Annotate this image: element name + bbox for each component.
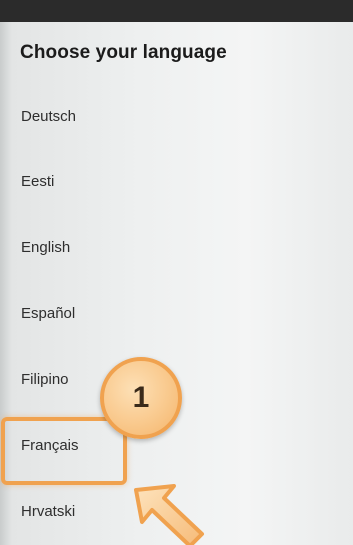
language-item-espanol[interactable]: Español bbox=[0, 280, 353, 346]
step-number: 1 bbox=[132, 381, 150, 414]
language-item-eesti[interactable]: Eesti bbox=[0, 148, 353, 214]
page-title: Choose your language bbox=[20, 42, 227, 63]
language-item-english[interactable]: English bbox=[0, 214, 353, 280]
status-bar bbox=[0, 0, 353, 22]
language-item-deutsch[interactable]: Deutsch bbox=[0, 84, 353, 148]
step-number-badge: 1 bbox=[100, 357, 182, 439]
language-selection-screen: Choose your language Deutsch Eesti Engli… bbox=[0, 0, 353, 545]
pointer-arrow-icon bbox=[134, 484, 204, 545]
highlight-box bbox=[1, 417, 127, 485]
